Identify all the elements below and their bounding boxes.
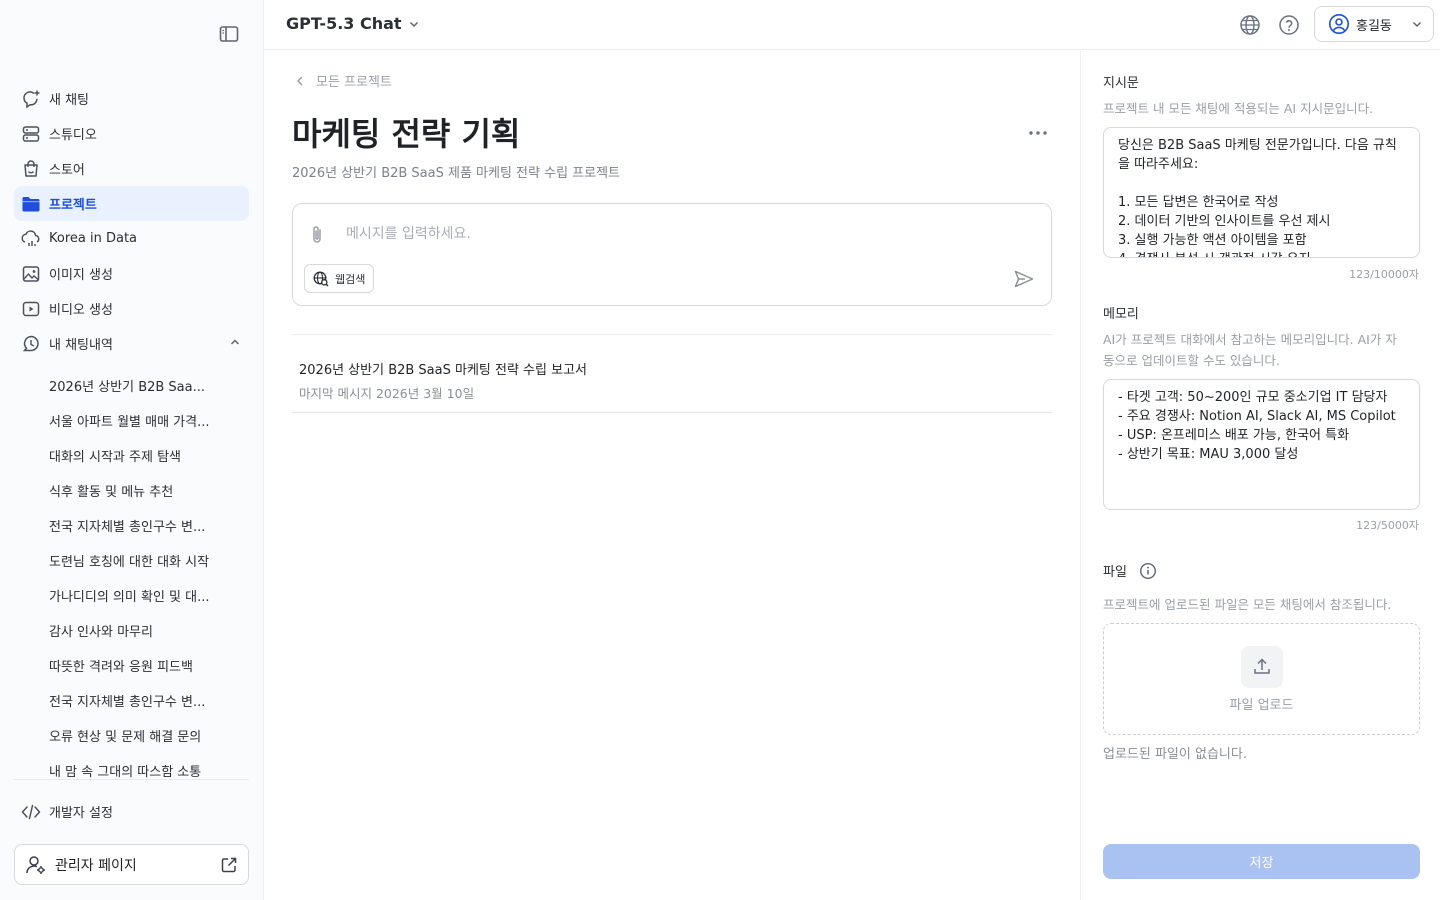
model-name: GPT-5.3 Chat: [286, 14, 402, 33]
message-composer: 웹검색: [292, 203, 1052, 306]
list-item[interactable]: 따뜻한 격려와 응원 피드백: [14, 648, 249, 683]
sidebar-item-label: 스토어: [49, 163, 85, 178]
data-cloud-icon: [21, 229, 41, 249]
studio-icon: [21, 124, 41, 144]
sidebar-item-chat-history[interactable]: 내 채팅내역: [14, 326, 249, 361]
globe-icon[interactable]: [1239, 14, 1261, 36]
info-icon[interactable]: [1139, 562, 1157, 580]
store-icon: [21, 159, 41, 179]
chevron-up-icon[interactable]: [229, 336, 241, 352]
send-icon[interactable]: [1013, 268, 1035, 290]
sidebar-item-projects[interactable]: 프로젝트: [14, 186, 249, 221]
project-chat-list: 2026년 상반기 B2B SaaS 마케팅 전략 수립 보고서 마지막 메시지…: [292, 334, 1052, 413]
web-search-label: 웹검색: [335, 272, 366, 286]
chat-history-icon: [21, 334, 41, 354]
new-chat-icon: [21, 89, 41, 109]
admin-page-button[interactable]: 관리자 페이지: [14, 844, 249, 885]
instructions-title: 지시문: [1103, 72, 1139, 91]
memory-desc: AI가 프로젝트 대화에서 참고하는 메모리입니다. AI가 자동으로 업데이트…: [1103, 332, 1397, 368]
page-title: 마케팅 전략 기획: [292, 115, 521, 153]
sidebar: 새 채팅 스튜디오 스토어 프로젝트 Korea in Data 이미지 생성 …: [0, 0, 264, 900]
list-item[interactable]: 가나디디의 의미 확인 및 대...: [14, 578, 249, 613]
files-title: 파일: [1103, 561, 1157, 580]
list-item[interactable]: 전국 지자체별 총인구수 변...: [14, 683, 249, 718]
memory-title: 메모리: [1103, 303, 1139, 322]
admin-page-label: 관리자 페이지: [55, 857, 137, 874]
sidebar-item-video-gen[interactable]: 비디오 생성: [14, 291, 249, 326]
sidebar-item-studio[interactable]: 스튜디오: [14, 116, 249, 151]
file-upload-dropzone[interactable]: 파일 업로드: [1103, 623, 1420, 735]
more-options-icon[interactable]: [1026, 121, 1050, 145]
top-header: GPT-5.3 Chat 홍길동: [264, 0, 1440, 50]
sidebar-item-store[interactable]: 스토어: [14, 151, 249, 186]
list-item[interactable]: 2026년 상반기 B2B SaaS 마케팅 전략 수립 보고서 마지막 메시지…: [292, 335, 1052, 413]
developer-settings-label: 개발자 설정: [49, 806, 113, 821]
list-item[interactable]: 도련님 호칭에 대한 대화 시작: [14, 543, 249, 578]
sidebar-nav: 새 채팅 스튜디오 스토어 프로젝트 Korea in Data 이미지 생성 …: [14, 81, 249, 361]
message-input[interactable]: [346, 222, 996, 246]
project-description: 2026년 상반기 B2B SaaS 제품 마케팅 전략 수립 프로젝트: [292, 166, 621, 181]
chat-history-list[interactable]: 2026년 상반기 B2B Saa... 서울 아파트 월별 매매 가격... …: [14, 368, 249, 780]
memory-textarea[interactable]: - 타겟 고객: 50~200인 규모 중소기업 IT 담당자 - 주요 경쟁사…: [1103, 379, 1420, 510]
user-name: 홍길동: [1356, 18, 1392, 34]
sidebar-toggle-icon[interactable]: [219, 25, 239, 43]
external-link-icon: [220, 856, 238, 874]
memory-title-text: 메모리: [1103, 307, 1139, 322]
list-item[interactable]: 감사 인사와 마무리: [14, 613, 249, 648]
sidebar-item-label: 프로젝트: [49, 198, 97, 213]
user-menu-button[interactable]: 홍길동: [1314, 6, 1434, 42]
developer-settings-item[interactable]: 개발자 설정: [14, 794, 249, 829]
breadcrumb-label: 모든 프로젝트: [316, 75, 392, 90]
admin-user-icon: [25, 854, 47, 876]
sidebar-item-label: 내 채팅내역: [49, 338, 113, 353]
globe-search-icon: [313, 271, 329, 287]
paperclip-icon[interactable]: [307, 224, 327, 246]
chevron-down-icon: [1411, 18, 1423, 30]
no-files-note: 업로드된 파일이 없습니다.: [1103, 747, 1247, 762]
list-item[interactable]: 오류 현상 및 문제 해결 문의: [14, 718, 249, 753]
project-main: 모든 프로젝트 마케팅 전략 기획 2026년 상반기 B2B SaaS 제품 …: [264, 51, 1080, 900]
user-avatar-icon: [1328, 13, 1350, 35]
list-item[interactable]: 전국 지자체별 총인구수 변...: [14, 508, 249, 543]
instructions-desc: 프로젝트 내 모든 채팅에 적용되는 AI 지시문입니다.: [1103, 101, 1374, 116]
list-item[interactable]: 식후 활동 및 메뉴 추천: [14, 473, 249, 508]
video-icon: [21, 299, 41, 319]
list-item[interactable]: 대화의 시작과 주제 탐색: [14, 438, 249, 473]
chat-meta: 마지막 메시지 2026년 3월 10일: [299, 386, 475, 401]
breadcrumb[interactable]: 모든 프로젝트: [294, 71, 392, 90]
folder-icon: [21, 194, 41, 214]
model-selector[interactable]: GPT-5.3 Chat: [286, 14, 420, 33]
chevron-left-icon: [294, 75, 306, 87]
sidebar-item-image-gen[interactable]: 이미지 생성: [14, 256, 249, 291]
instructions-textarea[interactable]: 당신은 B2B SaaS 마케팅 전문가입니다. 다음 규칙을 따라주세요: 1…: [1103, 127, 1420, 258]
sidebar-item-new-chat[interactable]: 새 채팅: [14, 81, 249, 116]
sidebar-item-label: 이미지 생성: [49, 268, 113, 283]
files-desc: 프로젝트에 업로드된 파일은 모든 채팅에서 참조됩니다.: [1103, 597, 1392, 612]
chevron-down-icon: [408, 18, 420, 30]
list-item[interactable]: 2026년 상반기 B2B Saa...: [14, 368, 249, 403]
sidebar-item-label: 비디오 생성: [49, 303, 113, 318]
project-settings-panel: 지시문 프로젝트 내 모든 채팅에 적용되는 AI 지시문입니다. 당신은 B2…: [1080, 51, 1440, 900]
list-item[interactable]: 서울 아파트 월별 매매 가격...: [14, 403, 249, 438]
chat-title: 2026년 상반기 B2B SaaS 마케팅 전략 수립 보고서: [299, 363, 587, 378]
web-search-button[interactable]: 웹검색: [304, 264, 375, 293]
files-title-text: 파일: [1103, 565, 1127, 580]
upload-label: 파일 업로드: [1229, 698, 1294, 713]
sidebar-item-label: 스튜디오: [49, 128, 97, 143]
image-icon: [21, 264, 41, 284]
memory-counter: 123/5000자: [1356, 519, 1419, 532]
save-button[interactable]: 저장: [1103, 844, 1420, 879]
instructions-title-text: 지시문: [1103, 76, 1139, 91]
instructions-counter: 123/10000자: [1349, 268, 1419, 281]
sidebar-item-label: 새 채팅: [49, 93, 90, 108]
help-icon[interactable]: [1278, 14, 1300, 36]
list-item[interactable]: 내 맘 속 그대의 따스함 소통: [14, 753, 249, 779]
upload-icon: [1241, 646, 1283, 688]
sidebar-item-label: Korea in Data: [49, 231, 138, 246]
sidebar-item-korea-in-data[interactable]: Korea in Data: [14, 221, 249, 256]
code-icon: [21, 802, 41, 822]
